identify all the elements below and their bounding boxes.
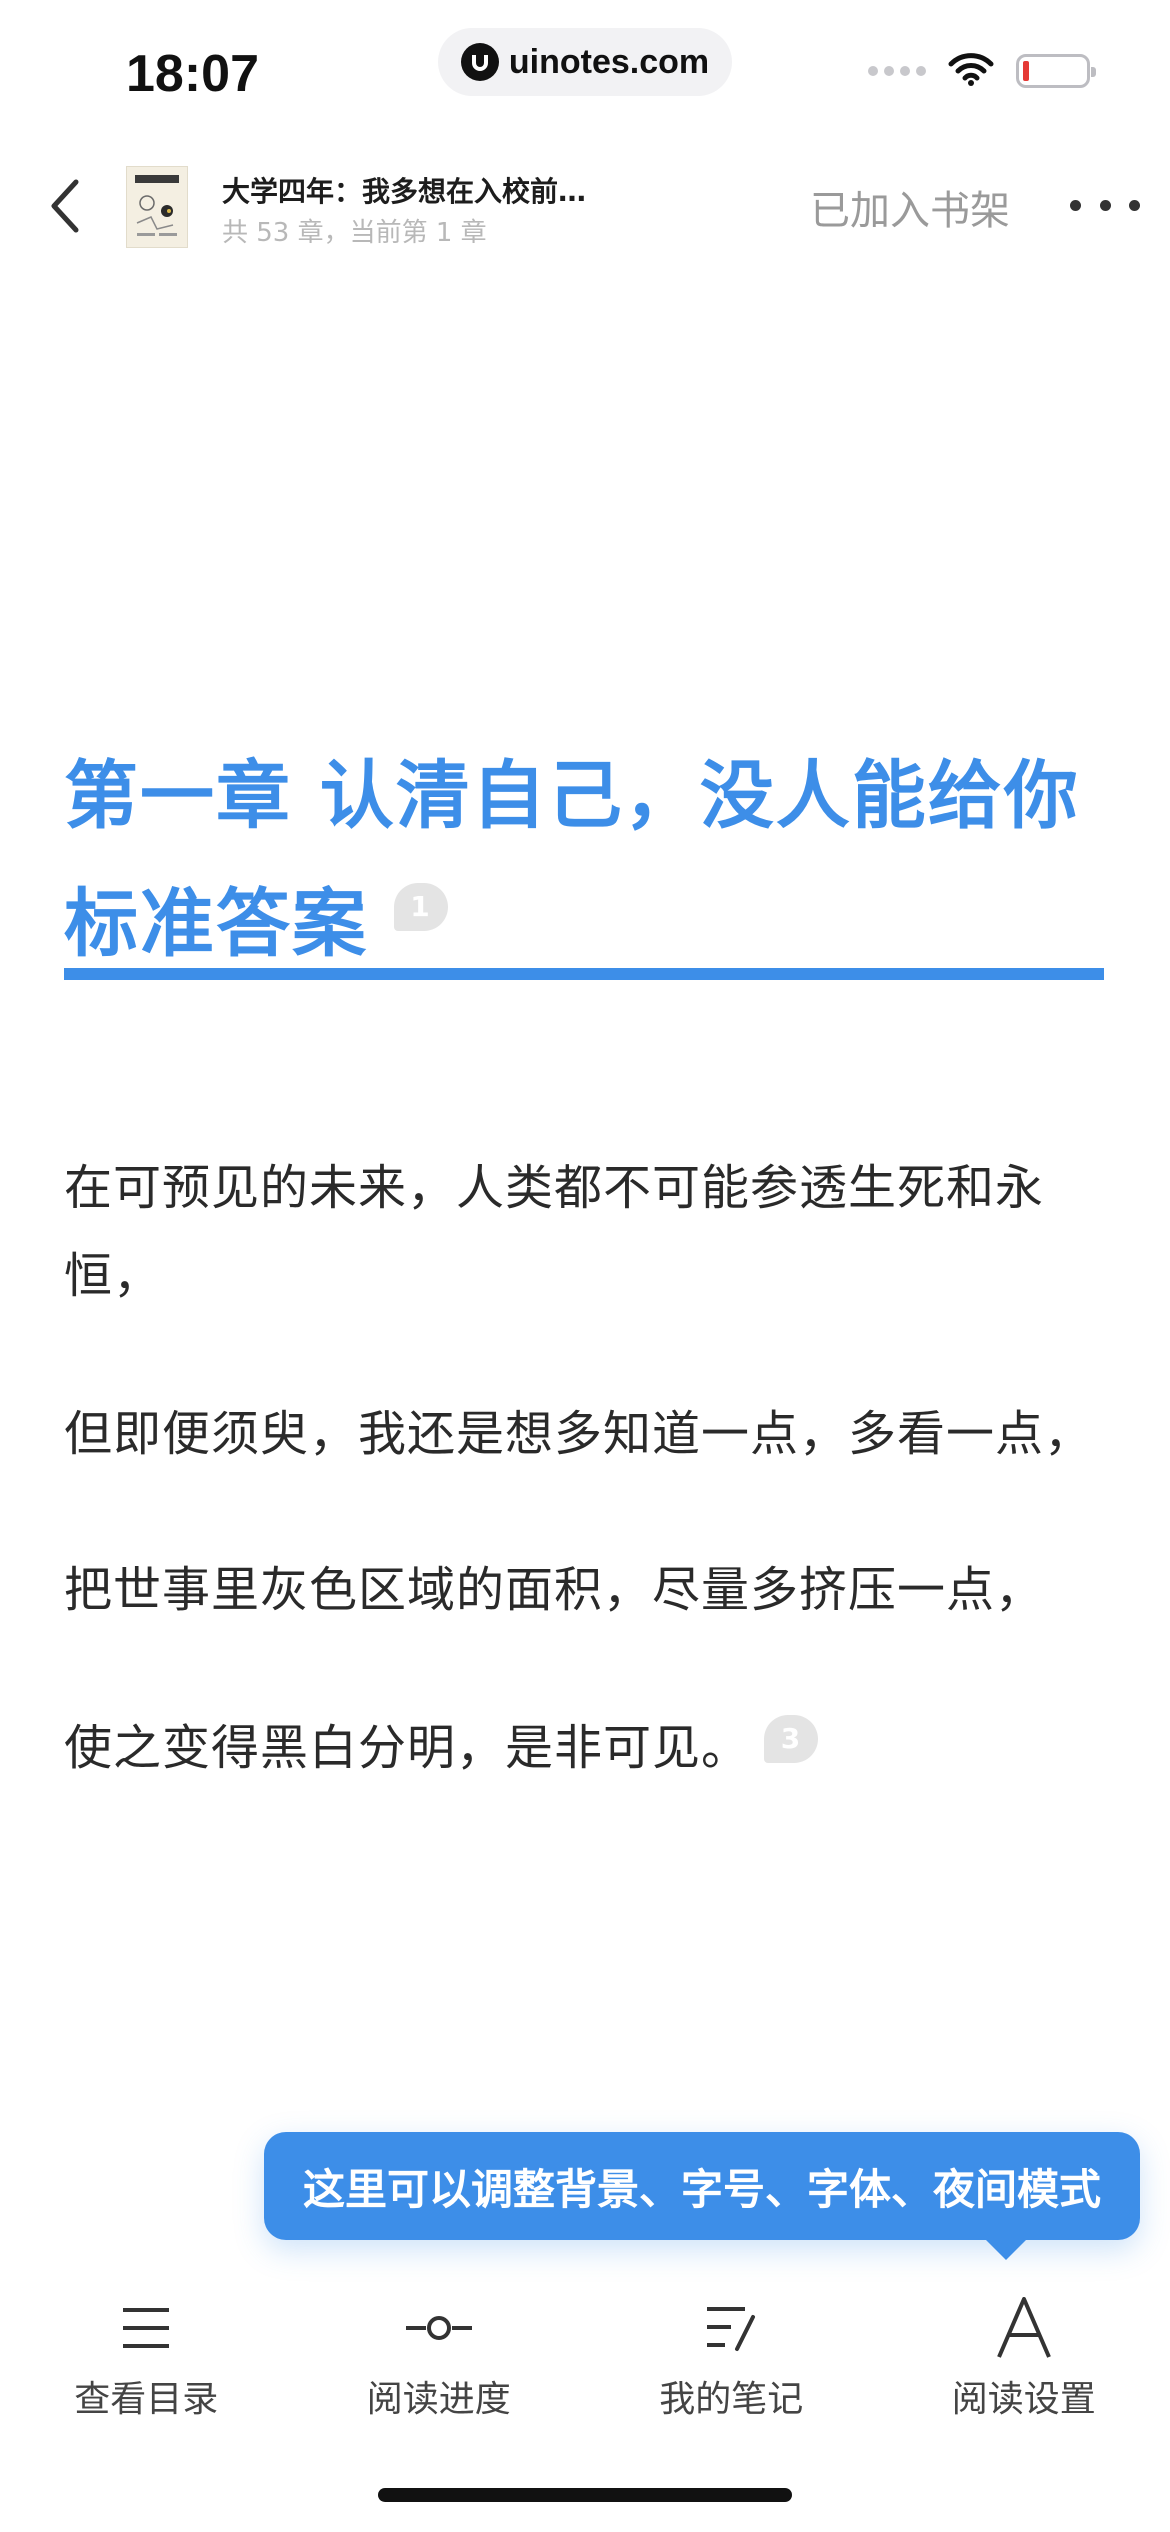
- reading-progress-button[interactable]: 阅读进度: [293, 2296, 586, 2446]
- more-dot-icon: [1099, 199, 1111, 211]
- my-notes-button[interactable]: 我的笔记: [585, 2296, 878, 2446]
- more-options-button[interactable]: [1070, 180, 1140, 230]
- paragraph-4-text: 使之变得黑白分明，是非可见。: [64, 1720, 751, 1776]
- my-notes-label: 我的笔记: [659, 2379, 804, 2420]
- chevron-left-icon: [51, 179, 79, 233]
- battery-icon: [1016, 54, 1096, 88]
- chapter-note-count-badge[interactable]: 1: [394, 883, 448, 931]
- more-dot-icon: [1070, 199, 1081, 211]
- progress-slider-icon: [404, 2296, 474, 2360]
- chapter-title: 第一章 认清自己，没人能给你 标准答案 1: [64, 732, 1104, 988]
- menu-list-icon: [111, 2296, 181, 2360]
- book-chapter-progress: 共 53 章，当前第 1 章: [222, 218, 487, 248]
- site-logo-icon: [460, 43, 499, 81]
- paragraph-4[interactable]: 使之变得黑白分明，是非可见。 3: [64, 1704, 1114, 1792]
- reading-settings-button[interactable]: 阅读设置: [878, 2296, 1170, 2446]
- back-button[interactable]: [44, 176, 84, 236]
- table-of-contents-button[interactable]: 查看目录: [0, 2296, 293, 2446]
- paragraph-3[interactable]: 把世事里灰色区域的面积，尽量多挤压一点，: [64, 1546, 1114, 1634]
- chapter-title-line-1: 第一章 认清自己，没人能给你: [64, 753, 1080, 839]
- book-cover-image[interactable]: [126, 166, 188, 248]
- reader-screen: 18:07 uinotes.com 大学四年：我多想在入校前… 共 53 章，当…: [0, 0, 1170, 2532]
- home-indicator[interactable]: [378, 2488, 792, 2502]
- status-indicators: [868, 52, 1096, 90]
- table-of-contents-label: 查看目录: [74, 2379, 219, 2420]
- status-time: 18:07: [126, 45, 259, 103]
- bottom-toolbar: 查看目录 阅读进度 我的笔记 阅读设置: [0, 2296, 1170, 2446]
- paragraph-1[interactable]: 在可预见的未来，人类都不可能参透生死和永恒，: [64, 1144, 1114, 1320]
- reading-progress-label: 阅读进度: [366, 2379, 511, 2420]
- added-to-shelf-button[interactable]: 已加入书架: [810, 178, 1010, 236]
- chapter-title-underline: [64, 968, 1104, 980]
- notes-icon: [696, 2296, 766, 2360]
- url-pill[interactable]: uinotes.com: [438, 28, 732, 96]
- reading-settings-label: 阅读设置: [951, 2379, 1096, 2420]
- more-dot-icon: [1129, 199, 1140, 211]
- url-text: uinotes.com: [508, 42, 710, 81]
- cellular-signal-icon: [868, 66, 926, 76]
- wifi-icon: [948, 52, 994, 90]
- tooltip-arrow: [984, 2238, 1028, 2260]
- paragraph-note-count-badge[interactable]: 3: [764, 1715, 819, 1763]
- reading-settings-tooltip[interactable]: 这里可以调整背景、字号、字体、夜间模式: [264, 2132, 1140, 2240]
- paragraph-2[interactable]: 但即便须臾，我还是想多知道一点，多看一点，: [64, 1390, 1114, 1478]
- font-settings-icon: [989, 2296, 1059, 2360]
- book-title: 大学四年：我多想在入校前…: [222, 175, 587, 208]
